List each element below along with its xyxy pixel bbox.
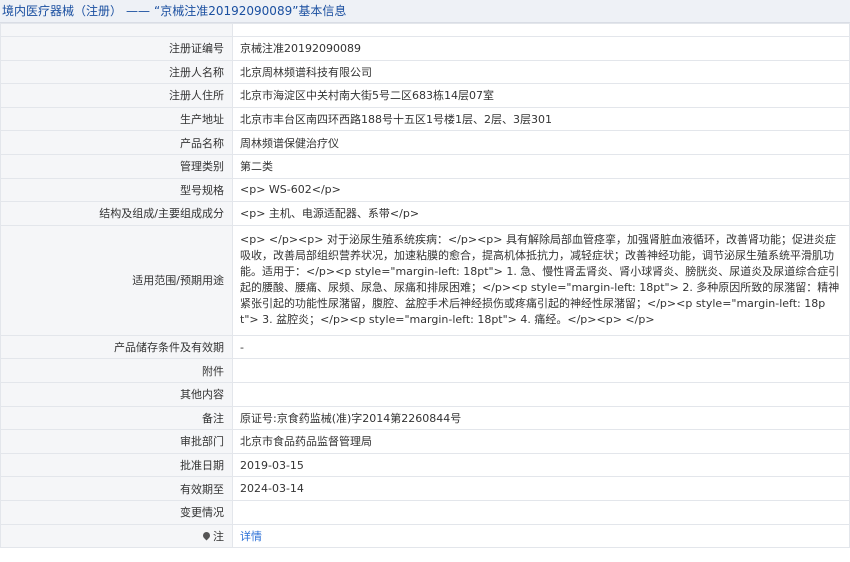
row-label: 批准日期 xyxy=(0,452,233,478)
header-separator: —— xyxy=(126,4,151,18)
row-value: <p> </p><p> 对于泌尿生殖系统疾病：</p><p> 具有解除局部血管痉… xyxy=(232,224,850,336)
row-label: 其他内容 xyxy=(0,381,233,407)
table-row: 批准日期 2019-03-15 xyxy=(0,452,850,478)
table-row: 生产地址 北京市丰台区南四环西路188号十五区1号楼1层、2层、3层301 xyxy=(0,106,850,132)
table-row: 适用范围/预期用途 <p> </p><p> 对于泌尿生殖系统疾病：</p><p>… xyxy=(0,224,850,336)
note-value: 详情 xyxy=(232,523,850,549)
table-row: 有效期至 2024-03-14 xyxy=(0,476,850,501)
row-value: 2019-03-15 xyxy=(232,452,850,478)
details-link[interactable]: 详情 xyxy=(240,530,262,543)
info-table: 注册证编号 京械注准20192090089 注册人名称 北京周林频谱科技有限公司… xyxy=(0,23,850,549)
table-row: 注册人名称 北京周林频谱科技有限公司 xyxy=(0,59,850,85)
table-row: 变更情况 xyxy=(0,499,850,525)
row-label: 型号规格 xyxy=(0,177,233,203)
row-label: 注册证编号 xyxy=(0,36,233,61)
row-value: 原证号:京食药监械(准)字2014第2260844号 xyxy=(232,405,850,431)
row-value: 京械注准20192090089 xyxy=(232,36,850,61)
row-label: 注册人名称 xyxy=(0,59,233,85)
table-row: 产品名称 周林频谱保健治疗仪 xyxy=(0,130,850,155)
row-value: <p> 主机、电源适配器、系带</p> xyxy=(232,201,850,226)
row-label: 管理类别 xyxy=(0,153,233,179)
table-row: 结构及组成/主要组成成分 <p> 主机、电源适配器、系带</p> xyxy=(0,201,850,226)
spacer-label xyxy=(0,23,233,37)
header-title: “京械注准20192090089”基本信息 xyxy=(154,4,347,18)
table-spacer-row xyxy=(0,23,850,37)
row-label: 附件 xyxy=(0,358,233,383)
row-value xyxy=(232,358,850,383)
header-category: 境内医疗器械（注册） xyxy=(2,4,123,18)
row-value: 2024-03-14 xyxy=(232,476,850,501)
row-value: 北京市丰台区南四环西路188号十五区1号楼1层、2层、3层301 xyxy=(232,106,850,132)
row-value xyxy=(232,381,850,407)
row-value: - xyxy=(232,334,850,360)
row-value: <p> WS-602</p> xyxy=(232,177,850,203)
row-value: 第二类 xyxy=(232,153,850,179)
row-label: 有效期至 xyxy=(0,476,233,501)
pin-icon xyxy=(201,530,212,541)
table-row: 管理类别 第二类 xyxy=(0,153,850,179)
row-label: 备注 xyxy=(0,405,233,431)
row-value: 北京市食品药品监督管理局 xyxy=(232,429,850,454)
table-row-note: 注 详情 xyxy=(0,523,850,549)
row-label: 变更情况 xyxy=(0,499,233,525)
row-value: 北京周林频谱科技有限公司 xyxy=(232,59,850,85)
note-label-text: 注 xyxy=(213,529,224,543)
row-label: 适用范围/预期用途 xyxy=(0,224,233,336)
row-value xyxy=(232,499,850,525)
table-row: 附件 xyxy=(0,358,850,383)
row-label: 产品储存条件及有效期 xyxy=(0,334,233,360)
table-row: 产品储存条件及有效期 - xyxy=(0,334,850,360)
row-label: 产品名称 xyxy=(0,130,233,155)
row-label: 生产地址 xyxy=(0,106,233,132)
table-row: 型号规格 <p> WS-602</p> xyxy=(0,177,850,203)
table-row: 注册人住所 北京市海淀区中关村南大街5号二区683栋14层07室 xyxy=(0,83,850,108)
row-value: 北京市海淀区中关村南大街5号二区683栋14层07室 xyxy=(232,83,850,108)
table-row: 注册证编号 京械注准20192090089 xyxy=(0,36,850,61)
row-value: 周林频谱保健治疗仪 xyxy=(232,130,850,155)
spacer-value xyxy=(232,23,850,37)
row-label: 注册人住所 xyxy=(0,83,233,108)
row-label: 审批部门 xyxy=(0,429,233,454)
table-row: 审批部门 北京市食品药品监督管理局 xyxy=(0,429,850,454)
row-label: 结构及组成/主要组成成分 xyxy=(0,201,233,226)
table-row: 其他内容 xyxy=(0,381,850,407)
page-header: 境内医疗器械（注册） —— “京械注准20192090089”基本信息 xyxy=(0,0,850,23)
note-label: 注 xyxy=(0,523,233,549)
table-row: 备注 原证号:京食药监械(准)字2014第2260844号 xyxy=(0,405,850,431)
